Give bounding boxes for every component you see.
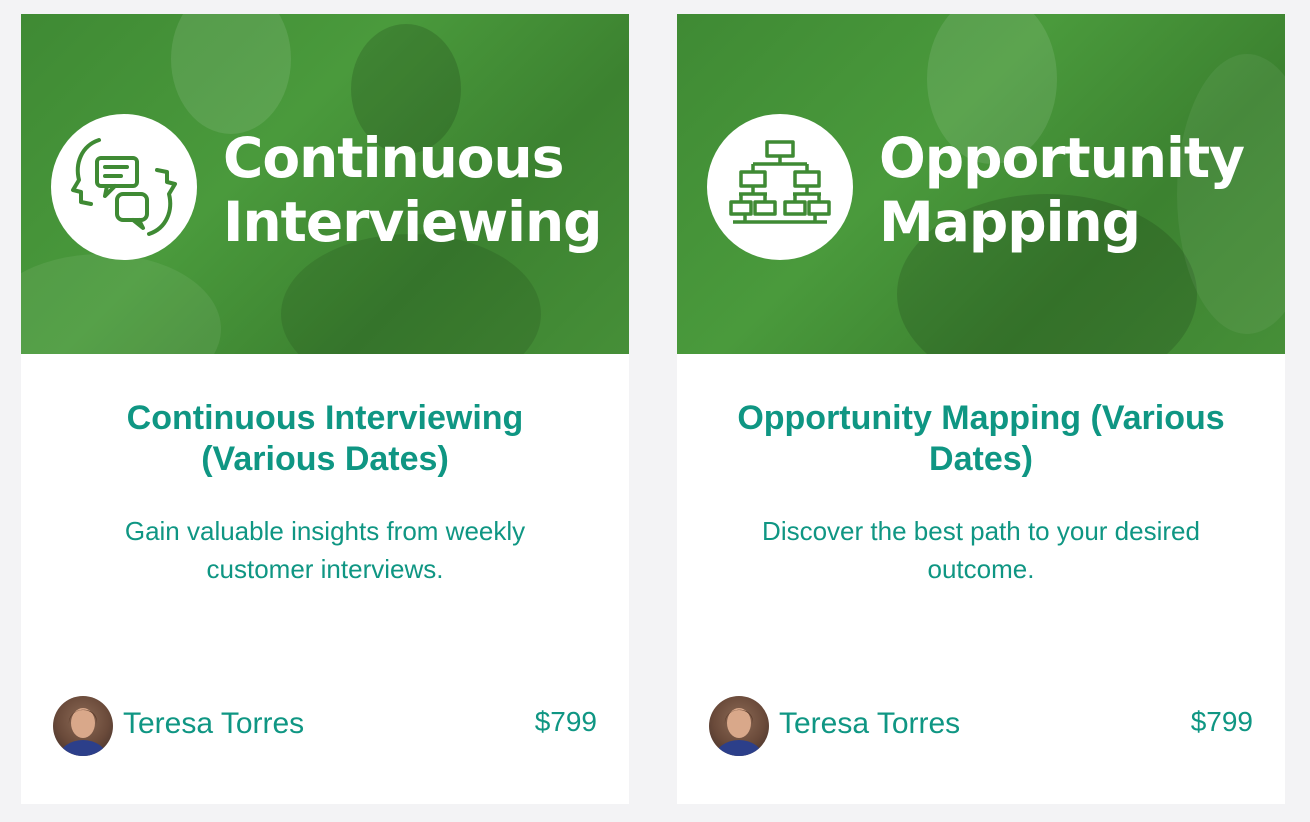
course-title[interactable]: Opportunity Mapping (Various Dates) bbox=[717, 398, 1245, 480]
banner-title-line-2: Mapping bbox=[879, 190, 1141, 254]
banner-title: Continuous Interviewing bbox=[223, 126, 603, 254]
banner-title-line-1: Continuous bbox=[223, 126, 564, 190]
course-description: Gain valuable insights from weekly custo… bbox=[124, 516, 526, 584]
course-banner-image[interactable]: Continuous Interviewing bbox=[21, 14, 629, 354]
photo-person-shape bbox=[171, 14, 291, 134]
photo-person-shape bbox=[21, 254, 221, 354]
author-name: Teresa Torres bbox=[779, 707, 961, 740]
interview-speech-bubbles-icon bbox=[51, 114, 197, 260]
course-description: Discover the best path to your desired o… bbox=[762, 516, 1200, 584]
banner-title: Opportunity Mapping bbox=[879, 126, 1245, 254]
price-label: $799 bbox=[1190, 706, 1253, 737]
author-name: Teresa Torres bbox=[123, 707, 305, 740]
banner-title-line-2: Interviewing bbox=[223, 190, 603, 254]
tree-diagram-icon bbox=[707, 114, 853, 260]
price-label: $799 bbox=[534, 706, 597, 737]
course-banner-image[interactable]: Opportunity Mapping bbox=[677, 14, 1285, 354]
course-card-continuous-interviewing[interactable]: Continuous Interviewing Continuous Inter… bbox=[21, 14, 629, 804]
course-title[interactable]: Continuous Interviewing (Various Dates) bbox=[61, 398, 589, 480]
avatar bbox=[53, 696, 113, 756]
avatar bbox=[709, 696, 769, 756]
banner-title-line-1: Opportunity bbox=[879, 126, 1245, 190]
course-card-opportunity-mapping[interactable]: Opportunity Mapping Opportunity Mapping … bbox=[677, 14, 1285, 804]
